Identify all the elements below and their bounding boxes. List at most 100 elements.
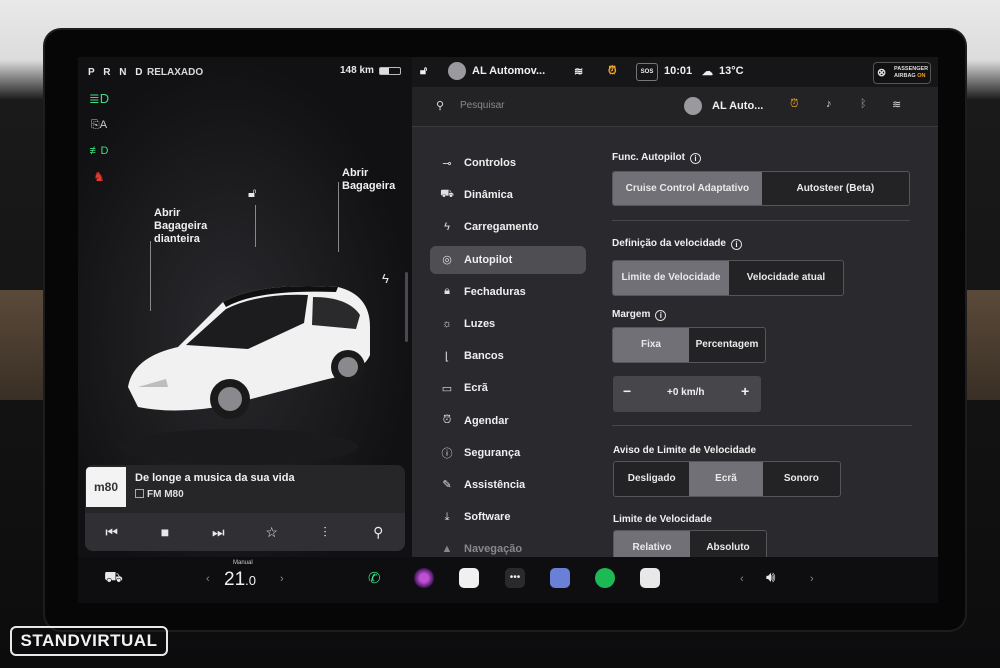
option-display[interactable]: Ecrã [689, 462, 763, 496]
option-percentage[interactable]: Percentagem [689, 328, 765, 362]
increment-button[interactable]: + [741, 383, 749, 399]
search-input[interactable]: Pesquisar [460, 100, 504, 111]
option-chime[interactable]: Sonoro [763, 462, 840, 496]
sidebar-item-label: Software [464, 511, 511, 524]
bell-icon[interactable]: ♪ [826, 98, 832, 110]
cabin-temperature-value: 21 [224, 569, 246, 590]
temp-down-chevron-icon[interactable]: ‹ [206, 573, 210, 585]
option-cruise-control[interactable]: Cruise Control Adaptativo [613, 172, 762, 205]
sidebar-item-label: Agendar [464, 414, 509, 427]
alarm-icon[interactable]: ⏰︎ [790, 98, 799, 111]
info-icon[interactable]: i [655, 310, 667, 321]
media-player: m80 De longe a musica da sua vida FM M80… [85, 465, 405, 551]
offset-value: +0 km/h [667, 387, 705, 398]
profile-name[interactable]: AL Automov... [472, 65, 545, 77]
equalizer-icon[interactable]: ⫶ [310, 524, 340, 541]
sidebar-item-ecra[interactable]: ▭ Ecrã [430, 374, 586, 402]
sidebar-item-label: Ecrã [464, 382, 488, 395]
profile-name-header[interactable]: AL Auto... [712, 100, 763, 112]
sidebar-item-label: Segurança [464, 446, 521, 459]
unlock-status-icon[interactable]: 🔓︎ [420, 65, 427, 78]
alarm-icon[interactable]: ⏰︎ [608, 65, 617, 78]
sidebar-item-dinamica[interactable]: ⛟ Dinâmica [430, 181, 586, 209]
radio-icon [135, 489, 144, 498]
sidebar-item-label: Autopilot [464, 253, 513, 266]
sidebar-item-luzes[interactable]: ☼ Luzes [430, 310, 586, 338]
station-name-text: FM M80 [147, 489, 184, 500]
profile-avatar[interactable] [684, 97, 702, 115]
next-track-icon[interactable]: ⏭︎ [203, 524, 233, 541]
speed-limit-title: Limite de Velocidade [613, 514, 712, 525]
airbag-line1: PASSENGER [894, 66, 929, 72]
decrement-button[interactable]: − [623, 383, 631, 399]
sidebar-item-controlos[interactable]: ⊸ Controlos [430, 149, 586, 177]
sidebar-item-software[interactable]: ⤓ Software [430, 503, 586, 531]
offset-stepper: − +0 km/h + [613, 376, 761, 412]
cabin-temperature[interactable]: 21.0 [224, 569, 256, 591]
volume-up-chevron-icon[interactable]: › [810, 573, 814, 585]
station-logo-text: m80 [93, 480, 119, 494]
camera-app-icon[interactable] [414, 568, 434, 588]
settings-menu: ⊸ Controlos ⛟ Dinâmica ϟ Carregamento ◎ Autopil… [430, 149, 586, 567]
info-icon[interactable]: i [730, 239, 742, 250]
divider [612, 220, 910, 221]
charge-port-icon[interactable]: ϟ [382, 271, 389, 286]
previous-track-icon[interactable]: ⏮︎ [97, 524, 127, 541]
speed-setting-selector: Limite de Velocidade Velocidade atual [612, 260, 844, 296]
info-icon: ⓘ [441, 447, 453, 460]
navigation-app-icon[interactable] [550, 568, 570, 588]
song-title: De longe a musica da sua vida [135, 472, 295, 484]
volume-down-chevron-icon[interactable]: ‹ [740, 573, 744, 585]
option-off[interactable]: Desligado [614, 462, 689, 496]
option-autosteer[interactable]: Autosteer (Beta) [762, 172, 909, 205]
favorite-star-icon[interactable]: ☆ [257, 524, 287, 541]
wifi-icon: ≋ [574, 66, 584, 78]
sidebar-item-assistencia[interactable]: ✎ Assistência [430, 471, 586, 499]
sidebar-item-fechaduras[interactable]: 🔒︎ Fechaduras [430, 278, 586, 306]
offset-title-text: Margem [612, 309, 651, 320]
sidebar-item-label: Bancos [464, 350, 504, 363]
more-apps-icon[interactable]: ••• [505, 568, 525, 588]
search-icon[interactable]: ⚲ [363, 524, 393, 541]
trunk-label-line2: Bagageira [342, 180, 396, 192]
temp-up-chevron-icon[interactable]: › [280, 573, 284, 585]
sidebar-item-autopilot[interactable]: ◎ Autopilot [430, 245, 586, 274]
open-trunk-label[interactable]: Abrir Bagageira [342, 167, 395, 193]
sidebar-item-agendar[interactable]: ⏰︎ Agendar [430, 407, 586, 435]
option-current-speed[interactable]: Velocidade atual [729, 261, 843, 295]
search-icon: ⚲ [436, 100, 445, 112]
sidebar-item-seguranca[interactable]: ⓘ Segurança [430, 439, 586, 467]
radio-app-icon[interactable] [640, 568, 660, 588]
headlight-icon: ≣D [88, 91, 110, 106]
fog-light-icon: ≢D [89, 145, 109, 157]
phone-icon[interactable]: ✆ [368, 569, 381, 587]
sidebar-item-carregamento[interactable]: ϟ Carregamento [430, 213, 586, 241]
speed-setting-title-text: Definição da velocidade [612, 238, 726, 249]
sos-icon[interactable]: SOS [636, 63, 658, 81]
volume-icon[interactable]: 🔊︎ [766, 569, 775, 586]
sun-icon: ☼ [441, 317, 453, 330]
sidebar-item-label: Dinâmica [464, 189, 513, 202]
notes-app-icon[interactable] [459, 568, 479, 588]
sidebar-item-bancos[interactable]: ⌊ Bancos [430, 342, 586, 370]
unlock-icon[interactable]: 🔓︎ [248, 185, 256, 201]
left-scrollbar[interactable] [405, 272, 408, 342]
offset-mode-selector: Fixa Percentagem [612, 327, 766, 363]
screen-icon: ▭ [441, 382, 453, 395]
option-fixed[interactable]: Fixa [613, 328, 689, 362]
climate-mode: Manual [233, 560, 253, 566]
car-icon[interactable]: ⛟ [104, 569, 123, 588]
info-icon[interactable]: i [689, 153, 701, 164]
wifi-icon[interactable]: ≋ [892, 98, 901, 111]
range-readout: 148 km [340, 65, 374, 76]
frunk-label-line1: Abrir [154, 207, 181, 219]
offset-title: Margem i [612, 309, 667, 321]
stop-icon[interactable]: ■ [150, 524, 180, 540]
toggle-icon: ⊸ [442, 157, 452, 170]
bluetooth-icon[interactable]: ᛒ [860, 98, 867, 110]
steering-wheel-icon: ◎ [442, 254, 452, 267]
spotify-icon[interactable] [595, 568, 615, 588]
avatar[interactable] [448, 62, 466, 80]
seat-icon: ⌊ [444, 350, 450, 363]
option-speed-limit[interactable]: Limite de Velocidade [613, 261, 729, 295]
